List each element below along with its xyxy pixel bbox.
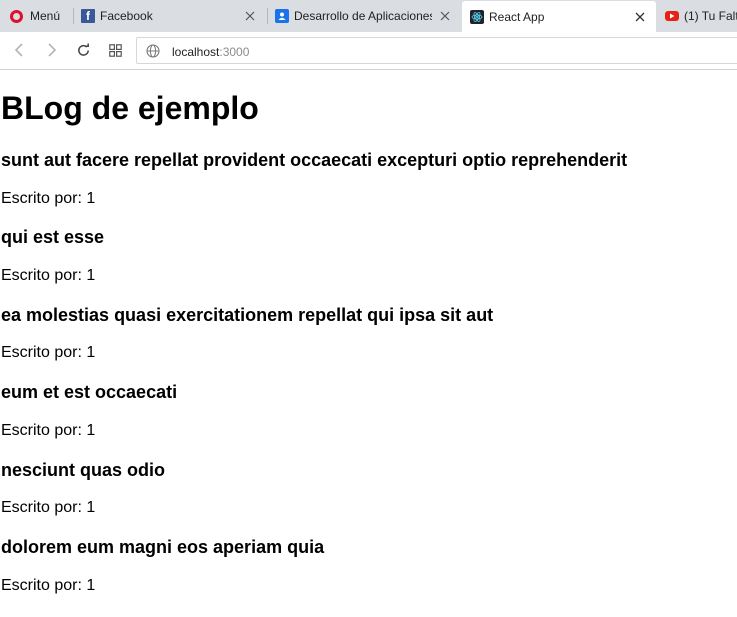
post-author: Escrito por: 1 [1,190,96,207]
google-classroom-icon [275,9,289,23]
page-title: BLog de ejemplo [1,90,259,126]
grid-icon [108,43,122,57]
reload-button[interactable] [74,41,92,59]
react-icon [470,9,484,24]
close-icon[interactable] [633,10,647,24]
post-author: Escrito por: 1 [1,499,96,516]
tab-strip: Menú f Facebook Desarrollo de Aplicacion… [0,0,737,32]
address-bar[interactable]: localhost:3000 [136,37,737,64]
tab-react-app[interactable]: React App [462,1,656,32]
globe-icon [146,44,160,58]
tab-title: Facebook [100,9,153,23]
address-toolbar: localhost:3000 [0,32,737,70]
post-author: Escrito por: 1 [1,422,96,439]
reload-icon [77,42,89,56]
post-title: dolorem eum magni eos aperiam quia [1,537,325,557]
post-title: nesciunt quas odio [1,460,166,480]
back-button[interactable] [11,41,29,59]
menu-label: Menú [30,9,61,23]
post-title: ea molestias quasi exercitationem repell… [1,305,494,325]
post-author: Escrito por: 1 [1,577,96,594]
opera-menu-button[interactable]: Menú [0,0,70,32]
tab-desarrollo[interactable]: Desarrollo de Aplicaciones [267,0,461,32]
post-title: eum et est occaecati [1,382,178,402]
post-author: Escrito por: 1 [1,344,96,361]
close-icon[interactable] [243,9,257,23]
url-host: localhost [172,45,220,59]
back-arrow-icon [14,43,23,57]
post-title: sunt aut facere repellat provident occae… [1,150,628,170]
url-text: localhost:3000 [172,45,249,59]
facebook-icon: f [81,9,95,23]
close-icon[interactable] [438,9,452,23]
youtube-icon [665,9,679,23]
forward-arrow-icon [48,43,57,57]
tab-facebook[interactable]: f Facebook [73,0,266,32]
tab-youtube[interactable]: (1) Tu Falta [657,0,737,32]
url-port: :3000 [219,45,250,59]
tab-title: (1) Tu Falta [684,9,737,23]
tab-title: React App [489,9,545,24]
opera-logo-icon [10,9,23,23]
post-author: Escrito por: 1 [1,267,96,284]
forward-button[interactable] [42,41,60,59]
post-title: qui est esse [1,227,105,247]
tab-title: Desarrollo de Aplicaciones [294,9,432,23]
tabs-grid-button[interactable] [106,41,124,59]
